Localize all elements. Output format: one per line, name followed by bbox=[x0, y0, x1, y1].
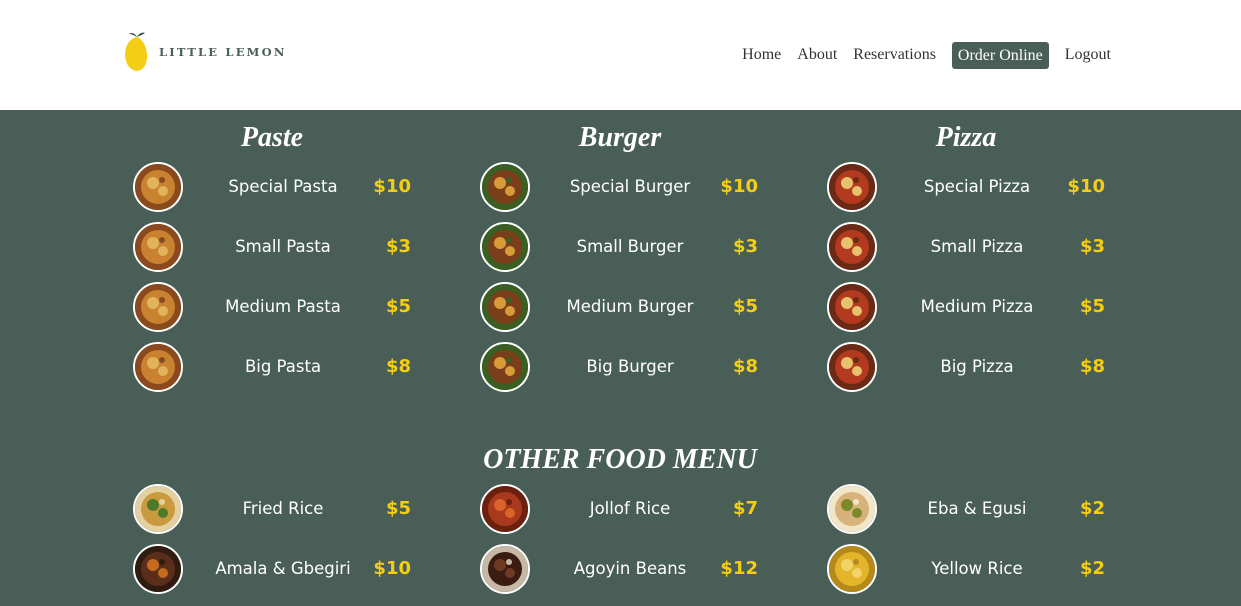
eba-egusi-thumbnail bbox=[827, 484, 877, 534]
item-price: $8 bbox=[385, 356, 411, 377]
fried-rice-thumbnail bbox=[133, 484, 183, 534]
item-name: Medium Burger bbox=[566, 297, 694, 316]
item-price: $10 bbox=[373, 176, 411, 197]
other-menu-title: OTHER FOOD MENU bbox=[483, 444, 757, 475]
menu-item[interactable]: Agoyin Beans $12 bbox=[480, 544, 770, 594]
item-name: Small Pizza bbox=[930, 237, 1024, 256]
category-title: Paste bbox=[240, 122, 304, 153]
item-name: Big Pasta bbox=[244, 357, 322, 376]
item-price: $2 bbox=[1079, 558, 1105, 579]
item-name: Medium Pizza bbox=[920, 297, 1034, 316]
item-name: Eba & Egusi bbox=[927, 499, 1027, 518]
menu-item[interactable]: Big Pasta $8 bbox=[133, 342, 423, 392]
menu-item[interactable]: Big Burger $8 bbox=[480, 342, 770, 392]
menu-item[interactable]: Amala & Gbegiri $10 bbox=[133, 544, 423, 594]
item-price: $10 bbox=[720, 176, 758, 197]
nav-order-online[interactable]: Order Online bbox=[951, 41, 1049, 69]
menu-item[interactable]: Special Pasta $10 bbox=[133, 162, 423, 212]
pasta-thumbnail bbox=[133, 282, 183, 332]
logo[interactable]: LITTLE LEMON bbox=[123, 31, 287, 73]
item-name: Special Burger bbox=[569, 177, 691, 196]
item-price: $10 bbox=[1067, 176, 1105, 197]
yellow-rice-thumbnail bbox=[827, 544, 877, 594]
item-price: $7 bbox=[732, 498, 758, 519]
menu-item[interactable]: Medium Burger $5 bbox=[480, 282, 770, 332]
pizza-thumbnail bbox=[827, 162, 877, 212]
brand-name: LITTLE LEMON bbox=[159, 45, 287, 59]
menu-item[interactable]: Special Burger $10 bbox=[480, 162, 770, 212]
item-price: $5 bbox=[385, 498, 411, 519]
nav-logout[interactable]: Logout bbox=[1065, 41, 1111, 69]
burger-thumbnail bbox=[480, 162, 530, 212]
menu-item[interactable]: Small Pasta $3 bbox=[133, 222, 423, 272]
item-name: Agoyin Beans bbox=[573, 559, 687, 578]
item-name: Medium Pasta bbox=[225, 297, 341, 316]
burger-thumbnail bbox=[480, 222, 530, 272]
menu-item[interactable]: Fried Rice $5 bbox=[133, 484, 423, 534]
menu-item[interactable]: Small Pizza $3 bbox=[827, 222, 1117, 272]
item-name: Fried Rice bbox=[242, 499, 324, 518]
jollof-rice-thumbnail bbox=[480, 484, 530, 534]
item-price: $8 bbox=[732, 356, 758, 377]
item-price: $5 bbox=[732, 296, 758, 317]
header: LITTLE LEMON Home About Reservations Ord… bbox=[0, 0, 1241, 110]
item-name: Amala & Gbegiri bbox=[215, 559, 351, 578]
pasta-thumbnail bbox=[133, 162, 183, 212]
nav-about[interactable]: About bbox=[797, 41, 837, 69]
item-name: Big Burger bbox=[586, 357, 674, 376]
item-price: $3 bbox=[1079, 236, 1105, 257]
pizza-thumbnail bbox=[827, 282, 877, 332]
main-nav: Home About Reservations Order Online Log… bbox=[726, 41, 1111, 69]
pasta-thumbnail bbox=[133, 222, 183, 272]
item-name: Jollof Rice bbox=[589, 499, 671, 518]
pizza-thumbnail bbox=[827, 222, 877, 272]
item-name: Special Pizza bbox=[923, 177, 1031, 196]
item-price: $3 bbox=[385, 236, 411, 257]
menu-item[interactable]: Yellow Rice $2 bbox=[827, 544, 1117, 594]
pizza-thumbnail bbox=[827, 342, 877, 392]
amala-thumbnail bbox=[133, 544, 183, 594]
item-name: Small Burger bbox=[576, 237, 684, 256]
item-price: $5 bbox=[1079, 296, 1105, 317]
menu-item[interactable]: Small Burger $3 bbox=[480, 222, 770, 272]
item-price: $10 bbox=[373, 558, 411, 579]
menu-item[interactable]: Jollof Rice $7 bbox=[480, 484, 770, 534]
menu-item[interactable]: Medium Pizza $5 bbox=[827, 282, 1117, 332]
lemon-icon bbox=[125, 32, 148, 71]
burger-thumbnail bbox=[480, 342, 530, 392]
item-price: $5 bbox=[385, 296, 411, 317]
item-name: Big Pizza bbox=[940, 357, 1014, 376]
item-price: $3 bbox=[732, 236, 758, 257]
burger-thumbnail bbox=[480, 282, 530, 332]
nav-reservations[interactable]: Reservations bbox=[853, 41, 936, 69]
item-price: $12 bbox=[720, 558, 758, 579]
menu-item[interactable]: Medium Pasta $5 bbox=[133, 282, 423, 332]
menu-item[interactable]: Eba & Egusi $2 bbox=[827, 484, 1117, 534]
item-name: Small Pasta bbox=[235, 237, 331, 256]
beans-thumbnail bbox=[480, 544, 530, 594]
menu-item[interactable]: Big Pizza $8 bbox=[827, 342, 1117, 392]
item-name: Special Pasta bbox=[228, 177, 338, 196]
menu-item[interactable]: Special Pizza $10 bbox=[827, 162, 1117, 212]
category-title: Pizza bbox=[935, 122, 997, 153]
item-name: Yellow Rice bbox=[931, 559, 1023, 578]
nav-home[interactable]: Home bbox=[742, 41, 781, 69]
item-price: $2 bbox=[1079, 498, 1105, 519]
category-title: Burger bbox=[578, 122, 662, 153]
pasta-thumbnail bbox=[133, 342, 183, 392]
item-price: $8 bbox=[1079, 356, 1105, 377]
